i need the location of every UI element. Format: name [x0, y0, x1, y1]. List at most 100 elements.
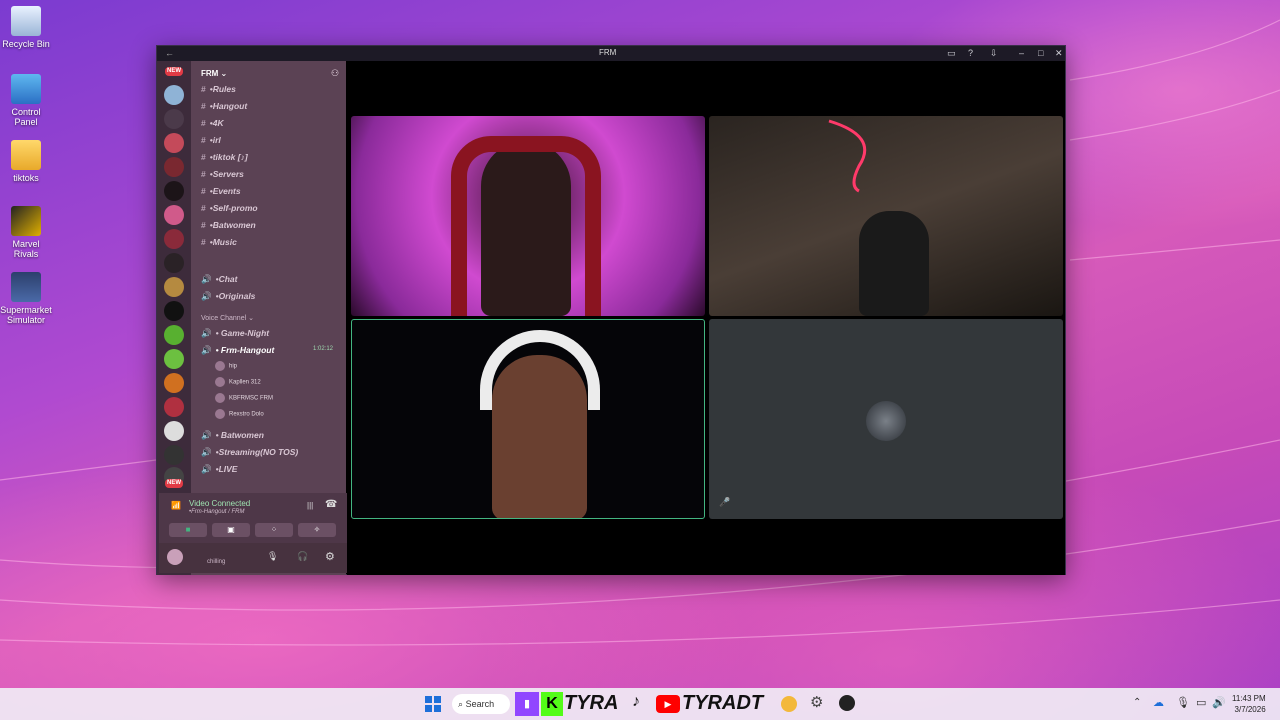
server-icon[interactable] [164, 253, 184, 273]
settings-taskbar-icon[interactable]: ⚙ [810, 693, 823, 711]
muted-mic-icon: 🎤 [719, 497, 731, 507]
headphones-icon[interactable]: 🎧 [297, 551, 308, 562]
tiktok-icon[interactable]: ♪ [632, 693, 640, 711]
server-icon[interactable] [164, 205, 184, 225]
kick-icon[interactable]: K [541, 692, 563, 716]
inbox-icon[interactable]: ▭ [947, 48, 956, 59]
voice-member[interactable]: Kapllen 312 [215, 377, 261, 387]
noise-suppression-icon[interactable]: ||| [307, 501, 313, 510]
help-icon[interactable]: ? [968, 48, 973, 58]
channel-music[interactable]: # •Music [201, 237, 237, 247]
marvel-rivals-desktop-icon[interactable]: Marvel Rivals [0, 206, 52, 259]
voice-channel-batwomen[interactable]: 🔊 • Batwomen [201, 430, 264, 441]
server-icon[interactable] [164, 325, 184, 345]
folder-icon [11, 140, 41, 170]
server-icon[interactable] [164, 349, 184, 369]
server-icon[interactable] [164, 109, 184, 129]
server-icon[interactable] [164, 85, 184, 105]
call-timer: 1:02:12 [313, 346, 334, 352]
voice-category[interactable]: Voice Channel ⌄ [201, 314, 254, 322]
network-icon[interactable]: ▭ [1196, 696, 1206, 709]
voice-channel-game-night[interactable]: 🔊 • Game-Night [201, 328, 269, 339]
video-stage: 🎤 [347, 61, 1065, 575]
server-icon[interactable] [164, 229, 184, 249]
video-tile[interactable] [709, 116, 1063, 316]
minimize-icon[interactable]: – [1019, 48, 1024, 58]
voice-channel-live[interactable]: 🔊 •LIVE [201, 464, 237, 475]
settings-gear-icon[interactable]: ⚙ [325, 550, 335, 563]
clock[interactable]: 11:43 PM 3/7/2026 [1232, 693, 1266, 715]
voice-member[interactable]: hip [215, 361, 237, 371]
soundboard-button[interactable]: ✧ [298, 523, 336, 537]
camera-button[interactable]: ■ [169, 523, 207, 537]
user-status: chilling [207, 559, 226, 565]
voice-status: Video Connected [189, 499, 251, 508]
activities-button[interactable]: ⁘ [255, 523, 293, 537]
channel-self-promo[interactable]: # •Self-promo [201, 203, 258, 213]
voice-location[interactable]: •Frm-Hangout / FRM [189, 509, 244, 515]
server-icon[interactable] [164, 181, 184, 201]
voice-member[interactable]: Rexstro Dolo [215, 409, 264, 419]
new-badge: NEW [165, 67, 183, 76]
server-icon[interactable] [164, 277, 184, 297]
participant-figure [859, 211, 929, 316]
marvel-rivals-icon [11, 206, 41, 236]
server-name[interactable]: FRM ⌄ [201, 69, 227, 78]
add-member-icon[interactable]: ⚇ [331, 68, 339, 79]
screen-share-button[interactable]: ▣ [212, 523, 250, 537]
user-avatar[interactable] [167, 549, 183, 565]
video-tile-avatar[interactable]: 🎤 [709, 319, 1063, 519]
channel-4k[interactable]: # •4K [201, 118, 224, 128]
channel-irl[interactable]: # •irl [201, 135, 221, 145]
video-tile[interactable] [351, 116, 705, 316]
cloud-icon[interactable]: ☁ [1153, 696, 1164, 709]
obs-taskbar-icon[interactable] [839, 695, 855, 711]
start-button[interactable] [425, 696, 441, 712]
title-bar: ← FRM ▭ ? ⇩ – □ ✕ [157, 46, 1065, 61]
channel-servers[interactable]: # •Servers [201, 169, 244, 179]
maximize-icon[interactable]: □ [1038, 48, 1043, 58]
server-icon[interactable] [164, 301, 184, 321]
disconnect-icon[interactable]: ☎ [325, 499, 337, 510]
clock-time: 11:43 PM [1232, 694, 1266, 703]
search-icon: ⌕ [458, 699, 464, 709]
voice-channel-frm-hangout[interactable]: 🔊 • Frm-Hangout [201, 345, 274, 356]
search-box[interactable]: ⌕ Search [452, 694, 510, 714]
channel-batwomen[interactable]: # •Batwomen [201, 220, 256, 230]
participant-avatar [866, 401, 906, 441]
server-icon[interactable] [164, 373, 184, 393]
close-icon[interactable]: ✕ [1055, 48, 1063, 59]
server-icon[interactable] [164, 445, 184, 465]
channel-chat[interactable]: 🔊 •Chat [201, 274, 237, 285]
server-icon[interactable] [164, 397, 184, 417]
chevron-up-icon[interactable]: ⌃ [1133, 697, 1141, 708]
channel-list: FRM ⌄ ⚇ # •Rules # •Hangout # •4K # •irl # •t… [159, 61, 378, 575]
server-icon[interactable] [164, 157, 184, 177]
recycle-bin-desktop-icon[interactable]: Recycle Bin [0, 6, 52, 49]
channel-events[interactable]: # •Events [201, 186, 241, 196]
channel-originals[interactable]: 🔊 •Originals [201, 291, 255, 302]
back-arrow-icon[interactable]: ← [165, 48, 174, 58]
avatar [215, 361, 225, 371]
server-icon[interactable] [164, 421, 184, 441]
avatar [215, 377, 225, 387]
supermarket-simulator-desktop-icon[interactable]: Supermarket Simulator [0, 272, 52, 325]
tiktoks-folder-desktop-icon[interactable]: tiktoks [0, 140, 52, 183]
voice-member[interactable]: KBFRMSC FRM [215, 393, 273, 403]
discord-taskbar-icon[interactable] [781, 696, 797, 712]
video-tile-active-speaker[interactable] [351, 319, 705, 519]
channel-hangout[interactable]: # •Hangout [201, 101, 247, 111]
volume-icon[interactable]: 🔊 [1212, 696, 1226, 709]
control-panel-desktop-icon[interactable]: Control Panel [0, 74, 52, 127]
microphone-icon[interactable]: 🎙 [267, 551, 278, 562]
channel-tiktok[interactable]: # •tiktok [♪] [201, 152, 248, 162]
youtube-icon[interactable]: ▶ [656, 695, 680, 713]
voice-channel-streaming[interactable]: 🔊 •Streaming(NO TOS) [201, 447, 298, 458]
server-icon[interactable] [164, 133, 184, 153]
download-icon[interactable]: ⇩ [990, 48, 998, 59]
avatar [215, 393, 225, 403]
control-panel-icon [11, 74, 41, 104]
channel-rules[interactable]: # •Rules [201, 84, 236, 94]
microphone-tray-icon[interactable]: 🎙 [1176, 696, 1190, 709]
twitch-icon[interactable]: ▮ [515, 692, 539, 716]
